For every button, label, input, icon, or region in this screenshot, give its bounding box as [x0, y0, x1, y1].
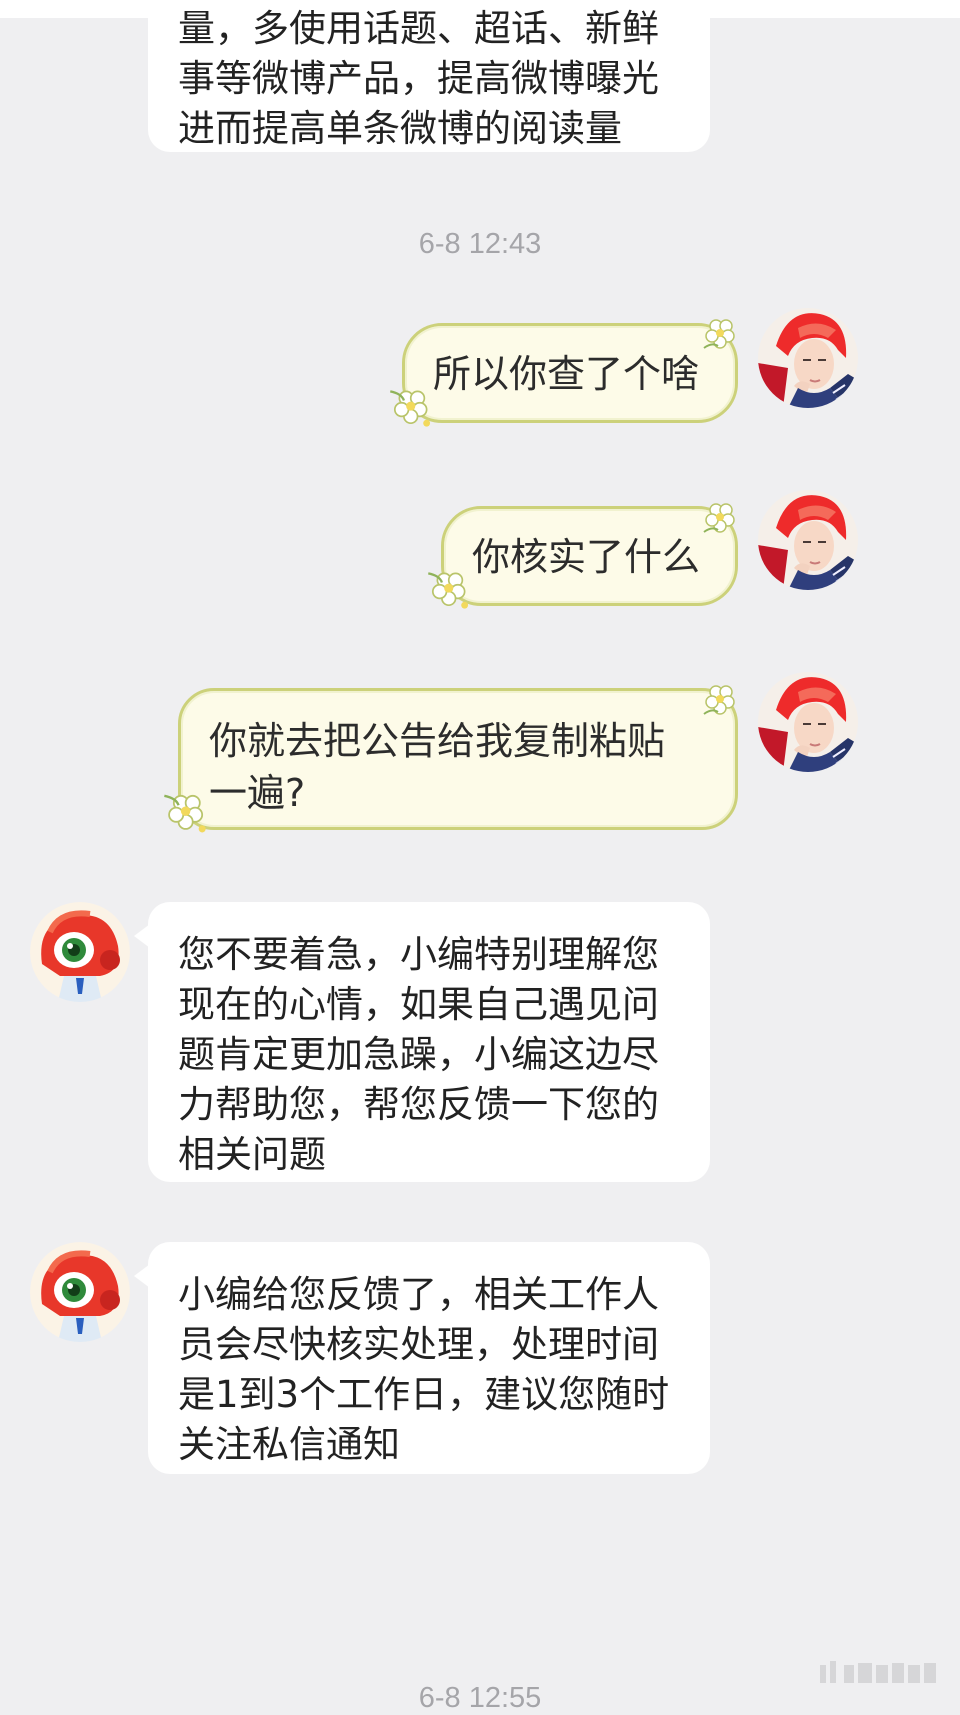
message-line: 小编给您反馈了，相关工作人: [178, 1273, 659, 1316]
message-line: 是1到3个工作日，建议您随时: [178, 1373, 670, 1416]
user-avatar[interactable]: [758, 490, 858, 590]
flower-decoration-icon: [428, 572, 469, 609]
user-avatar[interactable]: [758, 308, 858, 408]
message-line: 题肯定更加急躁，小编这边尽: [178, 1033, 659, 1076]
message-line: 员会尽快核实处理，处理时间: [178, 1323, 659, 1366]
message-line: 相关问题: [178, 1133, 326, 1176]
message-line: 量，多使用话题、超话、新鲜: [178, 7, 659, 50]
message-line: 一遍?: [209, 771, 306, 815]
flower-decoration-icon: [703, 685, 735, 715]
message-line: 事等微博产品，提高微博曝光: [178, 57, 659, 100]
bot-message-bubble[interactable]: 您不要着急，小编特别理解您 现在的心情，如果自己遇见问 题肯定更加急躁，小编这边…: [134, 902, 710, 1182]
flower-decoration-icon: [164, 794, 206, 833]
bot-message-bubble[interactable]: 量，多使用话题、超话、新鲜 事等微博产品，提高微博曝光 进而提高单条微博的阅读量: [148, 0, 710, 152]
message-line: 所以你查了个啥: [433, 352, 700, 396]
message-line: 你核实了什么: [472, 535, 701, 579]
bot-avatar[interactable]: [30, 902, 130, 1002]
user-message-bubble[interactable]: 所以你查了个啥: [402, 323, 738, 423]
message-line: 现在的心情，如果自己遇见问: [178, 983, 659, 1026]
timestamp: 6-8 12:43: [418, 228, 542, 260]
watermark-icon: [820, 1661, 936, 1683]
message-line: 你就去把公告给我复制粘贴: [209, 719, 666, 763]
message-line: 进而提高单条微博的阅读量: [178, 107, 622, 150]
user-message-bubble[interactable]: 你核实了什么: [441, 506, 738, 606]
user-message-bubble[interactable]: 你就去把公告给我复制粘贴 一遍?: [178, 688, 738, 830]
flower-decoration-icon: [703, 319, 735, 349]
message-line: 力帮助您，帮您反馈一下您的: [178, 1083, 659, 1126]
bot-message-bubble[interactable]: 小编给您反馈了，相关工作人 员会尽快核实处理，处理时间 是1到3个工作日，建议您…: [134, 1242, 710, 1474]
message-line: 您不要着急，小编特别理解您: [178, 933, 659, 976]
bot-avatar[interactable]: [30, 1242, 130, 1342]
flower-decoration-icon: [390, 390, 431, 427]
user-avatar[interactable]: [758, 672, 858, 772]
flower-decoration-icon: [703, 503, 735, 533]
message-line: 关注私信通知: [178, 1423, 400, 1466]
timestamp: 6-8 12:55: [418, 1682, 542, 1714]
